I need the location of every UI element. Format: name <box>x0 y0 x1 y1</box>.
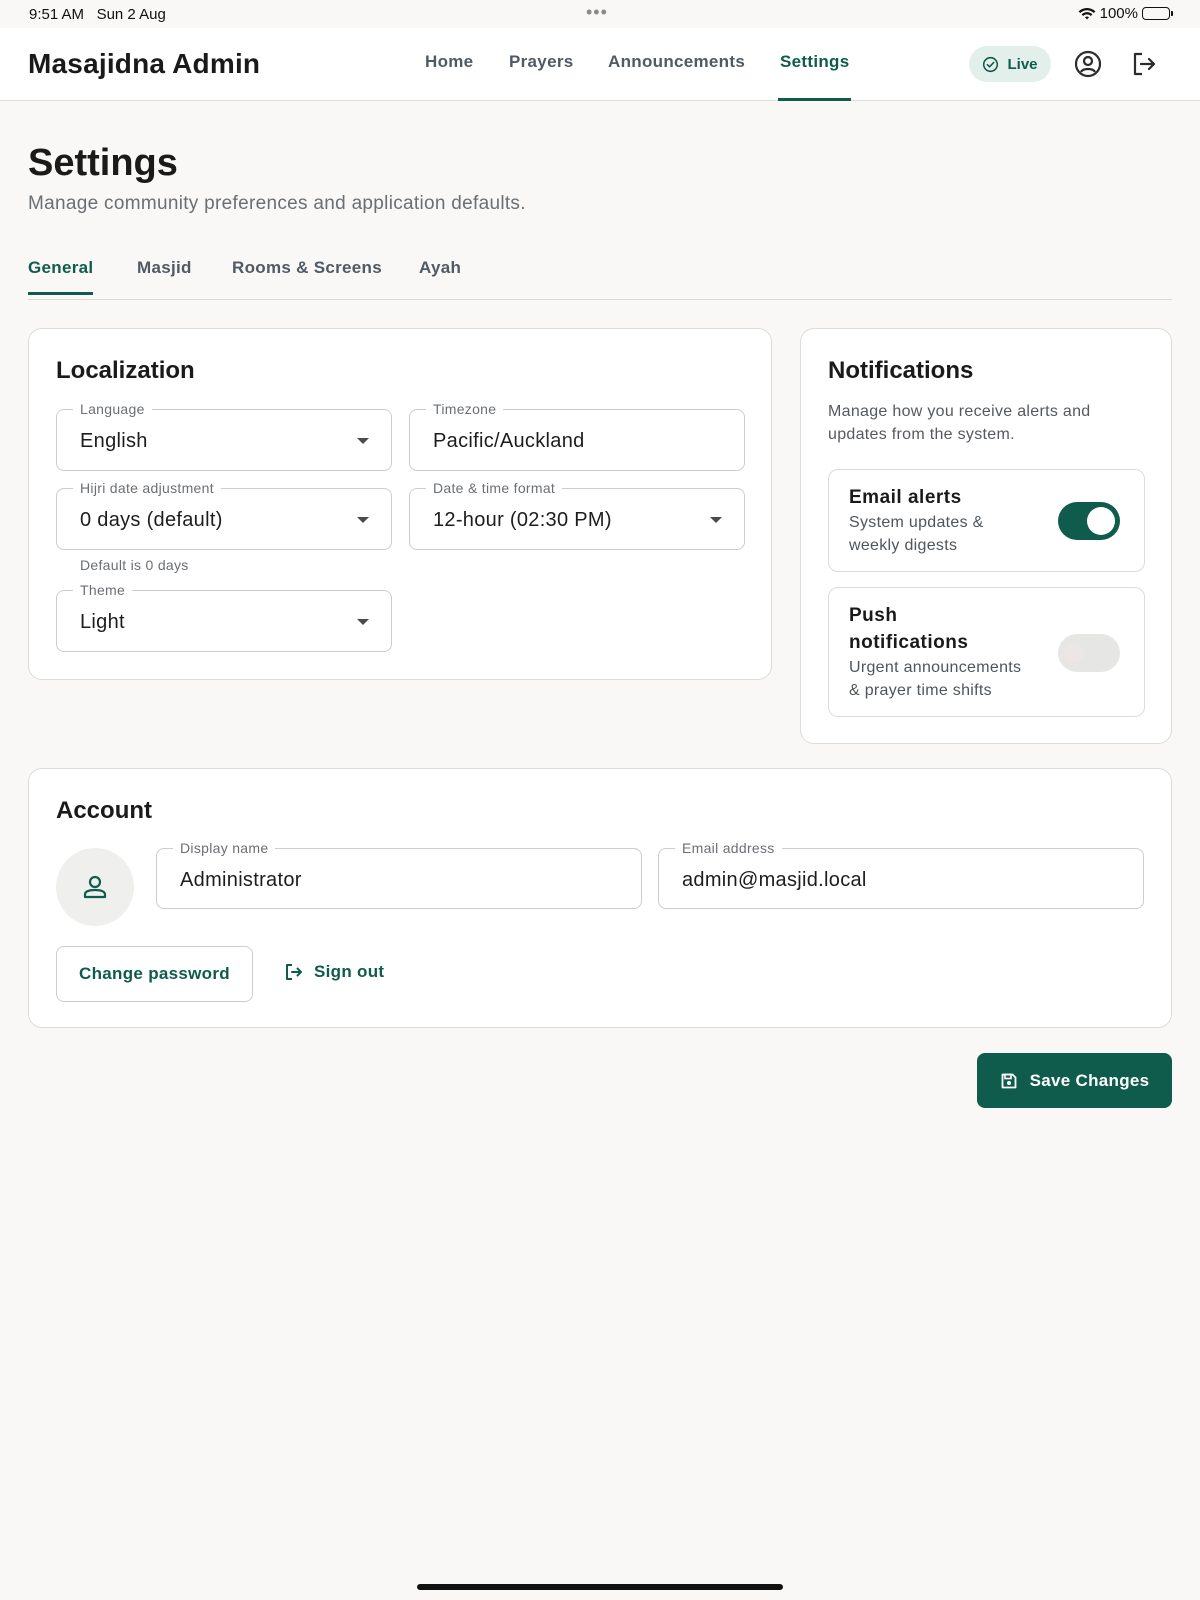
hijri-label: Hijri date adjustment <box>73 479 221 497</box>
language-select[interactable]: Language English <box>56 400 392 471</box>
account-circle-icon <box>1074 50 1102 78</box>
localization-title: Localization <box>56 357 195 384</box>
person-icon <box>83 875 107 899</box>
chevron-down-icon <box>710 517 722 523</box>
account-card: Account Display name Administrator Email… <box>28 768 1172 1028</box>
datetime-format-select[interactable]: Date & time format 12-hour (02:30 PM) <box>409 479 745 550</box>
logout-icon <box>1133 52 1156 76</box>
settings-tabs: General Masjid Rooms & Screens Ayah <box>28 248 1172 300</box>
nav-home[interactable]: Home <box>425 52 473 72</box>
tab-masjid[interactable]: Masjid <box>137 258 192 278</box>
tab-ayah[interactable]: Ayah <box>419 258 461 278</box>
email-alerts-desc: System updates & weekly digests <box>849 514 984 554</box>
notifications-card: Notifications Manage how you receive ale… <box>800 328 1172 744</box>
wifi-icon <box>1078 7 1096 19</box>
timezone-value: Pacific/Auckland <box>433 430 585 452</box>
page-title: Settings <box>28 142 178 184</box>
top-nav: Masajidna Admin Home Prayers Announcemen… <box>0 28 1200 101</box>
nav-prayers[interactable]: Prayers <box>509 52 574 72</box>
app-brand[interactable]: Masajidna Admin <box>28 48 260 80</box>
chevron-down-icon <box>357 619 369 625</box>
check-circle-icon <box>983 56 999 72</box>
account-title: Account <box>56 797 152 824</box>
save-icon <box>1001 1073 1016 1088</box>
localization-card: Localization Language English Timezone P… <box>28 328 772 680</box>
nav-announcements[interactable]: Announcements <box>608 52 745 72</box>
notifications-description: Manage how you receive alerts and update… <box>828 403 1091 443</box>
chevron-down-icon <box>357 517 369 523</box>
page-subtitle: Manage community preferences and applica… <box>28 193 526 214</box>
home-indicator[interactable] <box>417 1584 783 1590</box>
save-changes-label: Save Changes <box>1029 1070 1150 1090</box>
theme-select[interactable]: Theme Light <box>56 581 392 652</box>
chevron-down-icon <box>357 438 369 444</box>
email-alerts-title: Email alerts <box>849 487 962 508</box>
display-name-value: Administrator <box>180 869 302 891</box>
push-notifications-toggle[interactable] <box>1058 634 1120 672</box>
email-field[interactable]: Email address admin@masjid.local <box>658 839 1144 909</box>
notifications-title: Notifications <box>828 357 974 384</box>
hijri-helper-text: Default is 0 days <box>80 557 189 573</box>
push-notifications-desc: Urgent announcements & prayer time shift… <box>849 659 1022 699</box>
live-status-badge[interactable]: Live <box>969 46 1051 82</box>
tab-rooms-screens[interactable]: Rooms & Screens <box>232 258 382 278</box>
push-notifications-title: Push notifications <box>849 605 969 653</box>
push-notifications-item: Push notifications Urgent announcements … <box>828 587 1145 717</box>
sign-out-label: Sign out <box>314 962 385 981</box>
status-bar: 9:51 AM Sun 2 Aug ••• 100% <box>0 0 1200 28</box>
multitasking-dots[interactable]: ••• <box>586 2 608 23</box>
logout-button[interactable] <box>1129 49 1159 79</box>
display-name-field[interactable]: Display name Administrator <box>156 839 642 909</box>
nav-settings[interactable]: Settings <box>777 52 852 101</box>
language-value: English <box>80 430 148 452</box>
live-label: Live <box>1007 55 1038 73</box>
email-value: admin@masjid.local <box>682 869 867 891</box>
email-alerts-toggle[interactable] <box>1058 502 1120 540</box>
sign-out-button[interactable]: Sign out <box>284 962 384 982</box>
timezone-field[interactable]: Timezone Pacific/Auckland <box>409 400 745 471</box>
language-label: Language <box>73 400 152 418</box>
status-time: 9:51 AM Sun 2 Aug <box>29 6 166 23</box>
avatar[interactable] <box>56 848 134 926</box>
profile-button[interactable] <box>1073 49 1103 79</box>
save-changes-button[interactable]: Save Changes <box>977 1053 1172 1108</box>
logout-icon <box>286 964 302 980</box>
hijri-value: 0 days (default) <box>80 509 223 531</box>
email-label: Email address <box>675 839 782 857</box>
datetime-value: 12-hour (02:30 PM) <box>433 509 612 531</box>
display-name-label: Display name <box>173 839 276 857</box>
email-alerts-item: Email alerts System updates & weekly dig… <box>828 469 1145 572</box>
change-password-button[interactable]: Change password <box>56 946 253 1002</box>
timezone-label: Timezone <box>426 400 504 418</box>
tab-general[interactable]: General <box>28 258 94 295</box>
theme-value: Light <box>80 611 125 633</box>
hijri-adjustment-select[interactable]: Hijri date adjustment 0 days (default) <box>56 479 392 550</box>
theme-label: Theme <box>73 581 133 599</box>
battery-percent: 100% <box>1099 5 1138 22</box>
datetime-label: Date & time format <box>426 479 563 497</box>
battery-icon <box>1142 7 1173 20</box>
status-right: 100% <box>1078 5 1173 22</box>
